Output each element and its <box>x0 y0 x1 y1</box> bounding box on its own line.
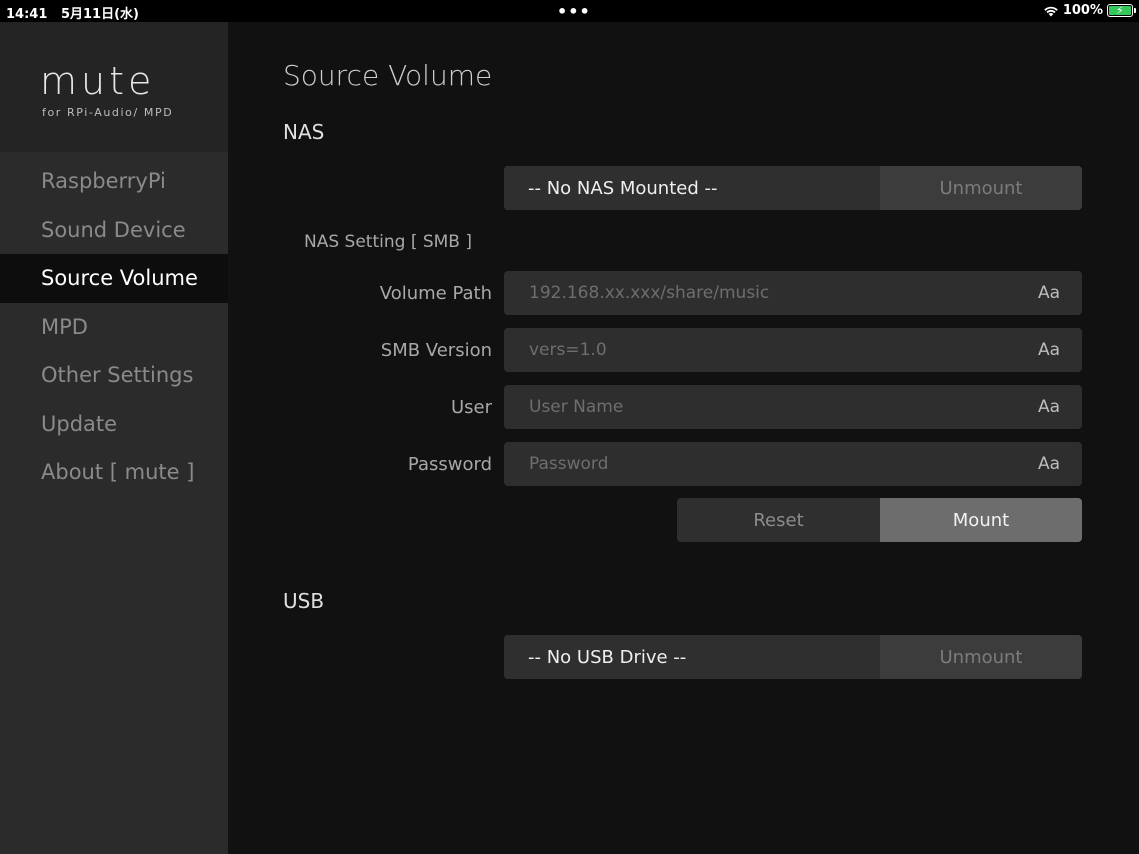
app-logo-subtitle: for RPi-Audio/ MPD <box>42 106 174 119</box>
nas-setting-heading: NAS Setting [ SMB ] <box>304 232 473 252</box>
status-bar: 14:41 5月11日(水) ••• 100% ⚡ <box>0 0 1139 22</box>
smb-version-input[interactable]: vers=1.0 Aa <box>504 328 1082 372</box>
sidebar-item-raspberrypi[interactable]: RaspberryPi <box>0 157 228 206</box>
smb-version-row: SMB Version vers=1.0 Aa <box>228 328 1139 372</box>
user-input[interactable]: User Name Aa <box>504 385 1082 429</box>
main-content: Source Volume NAS -- No NAS Mounted -- U… <box>228 22 1139 854</box>
status-right: 100% ⚡ <box>1043 3 1136 18</box>
password-input[interactable]: Password Aa <box>504 442 1082 486</box>
sidebar-item-mpd[interactable]: MPD <box>0 303 228 352</box>
volume-path-row: Volume Path 192.168.xx.xxx/share/music A… <box>228 271 1139 315</box>
sidebar-item-sound-device[interactable]: Sound Device <box>0 206 228 255</box>
text-keyboard-icon: Aa <box>1037 340 1060 360</box>
text-keyboard-icon: Aa <box>1037 454 1060 474</box>
reset-button[interactable]: Reset <box>677 498 880 542</box>
password-placeholder: Password <box>529 454 609 474</box>
usb-mount-status: -- No USB Drive -- <box>504 635 880 679</box>
sidebar-item-source-volume[interactable]: Source Volume <box>0 254 228 303</box>
mount-button[interactable]: Mount <box>880 498 1082 542</box>
sidebar-item-update[interactable]: Update <box>0 400 228 449</box>
nas-mount-status: -- No NAS Mounted -- <box>504 166 880 210</box>
volume-path-input[interactable]: 192.168.xx.xxx/share/music Aa <box>504 271 1082 315</box>
sidebar-item-about[interactable]: About [ mute ] <box>0 448 228 497</box>
password-row: Password Password Aa <box>228 442 1139 486</box>
nas-action-buttons: Reset Mount <box>677 498 1082 542</box>
app-logo: mute <box>40 59 156 103</box>
volume-path-placeholder: 192.168.xx.xxx/share/music <box>529 283 770 303</box>
nas-mount-status-bar: -- No NAS Mounted -- Unmount <box>504 166 1082 210</box>
battery-percent: 100% <box>1062 3 1103 18</box>
usb-unmount-button[interactable]: Unmount <box>880 635 1082 679</box>
usb-section-title: USB <box>283 589 325 613</box>
battery-charging-icon: ⚡ <box>1107 4 1136 17</box>
wifi-icon <box>1044 6 1058 16</box>
user-placeholder: User Name <box>529 397 624 417</box>
sidebar-nav: RaspberryPi Sound Device Source Volume M… <box>0 157 228 497</box>
smb-version-label: SMB Version <box>380 339 492 361</box>
nas-section-title: NAS <box>283 120 325 144</box>
text-keyboard-icon: Aa <box>1037 283 1060 303</box>
status-time: 14:41 5月11日(水) <box>6 7 139 22</box>
nas-unmount-button[interactable]: Unmount <box>880 166 1082 210</box>
sidebar-item-other-settings[interactable]: Other Settings <box>0 351 228 400</box>
password-label: Password <box>407 453 492 475</box>
volume-path-label: Volume Path <box>379 282 492 304</box>
multitasking-dots-icon[interactable]: ••• <box>557 2 591 21</box>
sidebar: mute for RPi-Audio/ MPD RaspberryPi Soun… <box>0 22 228 854</box>
logo-area: mute for RPi-Audio/ MPD <box>0 22 228 152</box>
status-date: 5月11日(水) <box>60 7 139 22</box>
user-label: User <box>450 396 492 418</box>
smb-version-placeholder: vers=1.0 <box>529 340 607 360</box>
page-title: Source Volume <box>283 59 493 92</box>
usb-mount-status-bar: -- No USB Drive -- Unmount <box>504 635 1082 679</box>
text-keyboard-icon: Aa <box>1037 397 1060 417</box>
user-row: User User Name Aa <box>228 385 1139 429</box>
